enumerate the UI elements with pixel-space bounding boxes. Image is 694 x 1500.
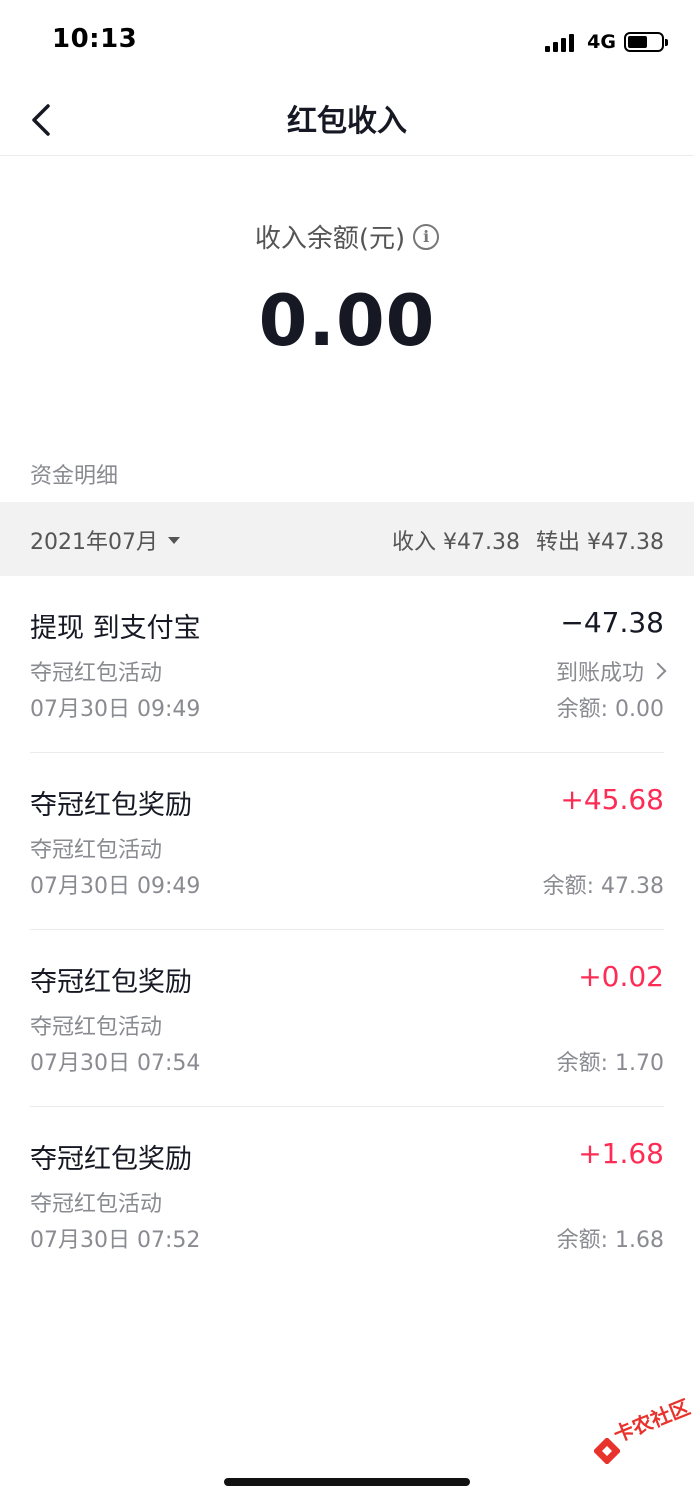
transaction-title: 夺冠红包奖励 (30, 1144, 192, 1175)
transaction-row[interactable]: 夺冠红包奖励 +1.68 夺冠红包活动 07月30日 07:52 余额: 1.6… (30, 1107, 664, 1284)
transaction-balance: 余额: 1.68 (556, 1228, 664, 1253)
transaction-title: 提现 到支付宝 (30, 613, 201, 644)
transaction-subtitle: 夺冠红包活动 (30, 1192, 163, 1217)
transaction-balance: 余额: 47.38 (542, 874, 664, 899)
month-summary: 收入 ¥47.38 转出 ¥47.38 (392, 524, 664, 556)
network-type: 4G (587, 31, 616, 53)
balance-amount: 0.00 (258, 280, 436, 362)
status-bar: 10:13 4G (0, 0, 694, 84)
transaction-row[interactable]: 夺冠红包奖励 +45.68 夺冠红包活动 07月30日 09:49 余额: 47… (30, 753, 664, 930)
balance-label: 收入余额(元) (254, 224, 406, 254)
watermark: 卡农社区 (590, 1395, 694, 1474)
status-indicators: 4G (545, 28, 668, 56)
section-title: 资金明细 (30, 464, 119, 489)
outgoing-total: 转出 ¥47.38 (536, 530, 664, 555)
transaction-date: 07月30日 09:49 (30, 874, 201, 899)
month-filter-bar: 2021年07月 收入 ¥47.38 转出 ¥47.38 (0, 502, 694, 576)
transaction-date: 07月30日 07:54 (30, 1051, 201, 1076)
transaction-subtitle: 夺冠红包活动 (30, 838, 163, 863)
battery-level (628, 36, 647, 48)
transaction-amount: +45.68 (560, 783, 664, 816)
chevron-right-icon (649, 662, 667, 680)
transaction-date: 07月30日 07:52 (30, 1228, 201, 1253)
transaction-subtitle: 夺冠红包活动 (30, 1015, 163, 1040)
caret-down-icon (167, 536, 180, 544)
transaction-status[interactable]: 到账成功 (555, 655, 667, 687)
transaction-amount: +1.68 (578, 1137, 664, 1170)
month-label: 2021年07月 (30, 530, 158, 555)
battery-icon (624, 32, 668, 52)
transaction-subtitle: 夺冠红包活动 (30, 661, 163, 686)
nav-bar: 红包收入 (0, 84, 694, 156)
page-title: 红包收入 (287, 104, 407, 139)
signal-icon (545, 32, 577, 52)
transaction-balance: 余额: 1.70 (556, 1051, 664, 1076)
transaction-amount: +0.02 (578, 960, 664, 993)
transaction-title: 夺冠红包奖励 (30, 790, 192, 821)
balance-label-row: 收入余额(元) i (0, 218, 694, 255)
transaction-title: 夺冠红包奖励 (30, 967, 192, 998)
income-total: 收入 ¥47.38 (392, 530, 521, 555)
info-icon[interactable]: i (413, 223, 440, 250)
transaction-amount: −47.38 (560, 606, 664, 639)
transaction-balance: 余额: 0.00 (556, 697, 664, 722)
home-indicator[interactable] (224, 1478, 470, 1486)
transaction-status-label: 到账成功 (555, 661, 644, 686)
transaction-row[interactable]: 夺冠红包奖励 +0.02 夺冠红包活动 07月30日 07:54 余额: 1.7… (30, 930, 664, 1107)
month-picker[interactable]: 2021年07月 (30, 524, 180, 556)
status-time: 10:13 (52, 24, 138, 54)
transaction-row[interactable]: 提现 到支付宝 −47.38 夺冠红包活动 到账成功 07月30日 09:49 … (30, 576, 667, 753)
transaction-date: 07月30日 09:49 (30, 697, 201, 722)
watermark-text: 卡农社区 (610, 1394, 694, 1448)
